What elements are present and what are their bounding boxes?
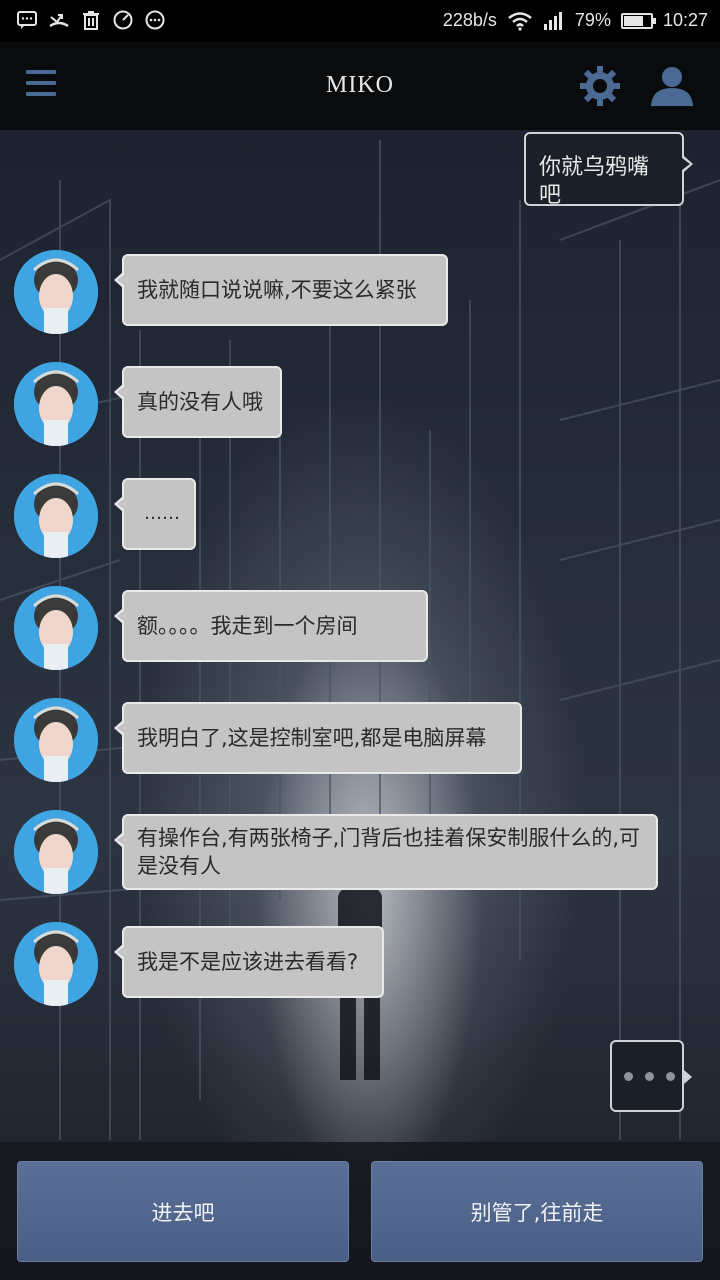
profile-icon[interactable] (648, 64, 696, 108)
message-icon (17, 11, 37, 29)
notification-icons (16, 9, 166, 31)
typing-dot (666, 1072, 675, 1081)
chat-area[interactable]: 你就乌鸦嘴吧 我就随口说说嘛,不要这么紧张 真的没有人哦 …… 额。。。。我走到… (0, 130, 720, 1142)
message-text: 真的没有人哦 (137, 390, 263, 414)
avatar[interactable] (14, 922, 98, 1006)
battery-level (623, 15, 643, 26)
choice-button-move-on[interactable]: 别管了,往前走 (371, 1161, 703, 1262)
net-speed: 228b/s (442, 10, 497, 30)
avatar[interactable] (14, 698, 98, 782)
wifi-icon (508, 11, 532, 31)
system-indicators: 228b/s 79% 10:27 (443, 10, 708, 31)
trash-icon (83, 11, 99, 30)
clock: 10:27 (662, 10, 708, 30)
message-text: 额。。。。我走到一个房间 (137, 614, 358, 638)
message-text: 我就随口说说嘛,不要这么紧张 (137, 278, 417, 302)
incoming-message-bubble: 有操作台,有两张椅子,门背后也挂着保安制服什么的,可是没有人 (114, 814, 658, 890)
message-text: 有操作台,有两张椅子,门背后也挂着保安制服什么的,可是没有人 (137, 826, 641, 878)
incoming-message-bubble: 我就随口说说嘛,不要这么紧张 (114, 254, 448, 326)
outgoing-message-bubble: 你就乌鸦嘴吧 (524, 132, 693, 208)
incoming-message-bubble: 真的没有人哦 (114, 366, 282, 438)
typing-dot (624, 1072, 633, 1081)
settings-gear-icon[interactable] (578, 64, 622, 108)
incoming-message-bubble: 我是不是应该进去看看? (114, 926, 384, 998)
avatar[interactable] (14, 250, 98, 334)
missed-call-icon (49, 14, 69, 28)
choice-label: 进去吧 (151, 1200, 215, 1225)
battery-percent: 79% (574, 10, 611, 30)
avatar[interactable] (14, 362, 98, 446)
message-text: 我明白了,这是控制室吧,都是电脑屏幕 (137, 726, 487, 750)
incoming-message-bubble: …… (114, 478, 196, 550)
incoming-message-bubble: 我明白了,这是控制室吧,都是电脑屏幕 (114, 702, 522, 774)
message-text: 你就乌鸦嘴吧 (539, 155, 650, 208)
choice-button-go-in[interactable]: 进去吧 (17, 1161, 349, 1262)
reply-choices-bar: 进去吧 别管了,往前走 (0, 1142, 720, 1280)
more-icon (145, 10, 165, 30)
avatar[interactable] (14, 810, 98, 894)
choice-label: 别管了,往前走 (470, 1200, 604, 1225)
message-text: …… (144, 503, 180, 524)
avatar[interactable] (14, 474, 98, 558)
incoming-message-bubble: 额。。。。我走到一个房间 (114, 590, 428, 662)
app-header: MIKO (0, 42, 720, 130)
typing-indicator (610, 1040, 692, 1112)
speed-icon (113, 10, 133, 30)
status-bar: 228b/s 79% 10:27 (0, 0, 720, 42)
message-text: 我是不是应该进去看看? (137, 950, 359, 974)
battery-icon (620, 12, 656, 29)
signal-icon (543, 11, 562, 30)
avatar[interactable] (14, 586, 98, 670)
typing-dot (645, 1072, 654, 1081)
